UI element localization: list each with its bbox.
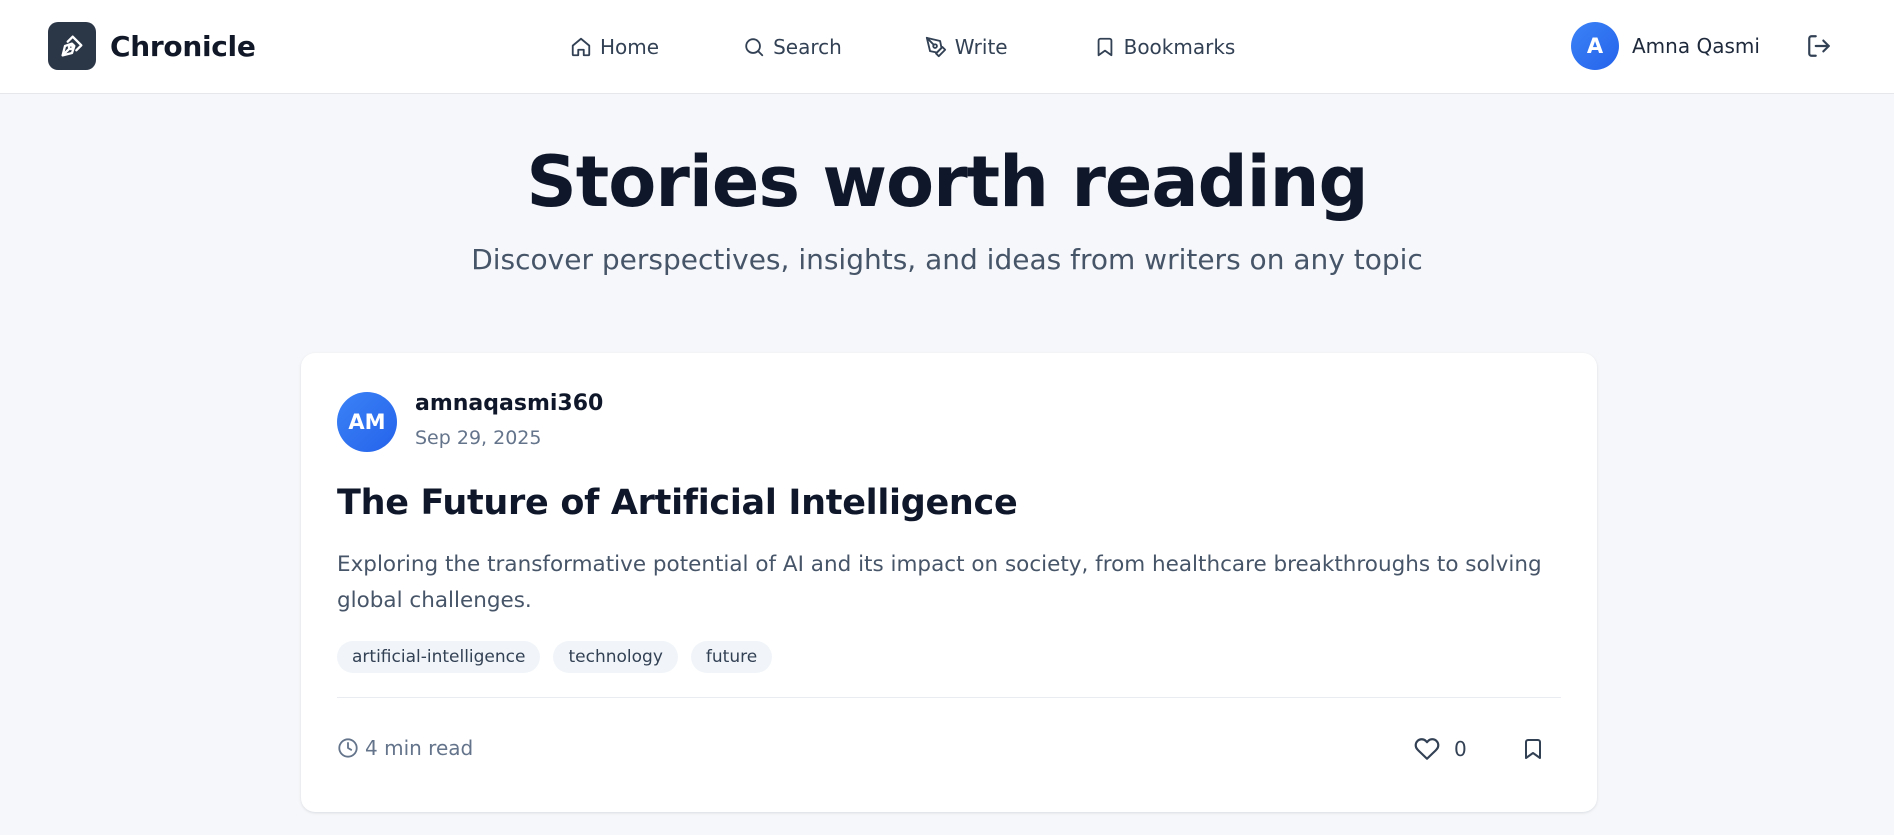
card-divider [337,697,1561,698]
clock-icon [338,738,358,758]
top-navigation-bar: Chronicle Home Search Write Bookmarks A … [0,0,1894,94]
pen-tool-icon [48,22,96,70]
author-avatar[interactable]: AM [337,392,397,452]
post-date: Sep 29, 2025 [415,427,542,449]
bookmark-icon [1525,739,1541,759]
pen-tool-icon [925,36,946,58]
author-username[interactable]: amnaqasmi360 [415,391,603,416]
nav-item-search[interactable]: Search [743,27,842,67]
user-name: Amna Qasmi [1632,34,1760,58]
bookmark-icon [1097,37,1112,57]
story-excerpt: Exploring the transformative potential o… [337,552,1542,613]
nav-item-label: Search [773,35,842,59]
home-icon [571,37,591,57]
brand-logo-link[interactable]: Chronicle [48,22,256,70]
nav-item-label: Home [600,35,660,59]
nav-item-home[interactable]: Home [570,27,659,67]
nav-item-label: Bookmarks [1123,35,1236,59]
tag-chip[interactable]: artificial-intelligence [337,641,541,673]
brand-name: Chronicle [110,29,256,63]
search-icon [745,38,764,57]
avatar: A [1571,22,1619,70]
read-time: 4 min read [337,736,473,760]
log-out-icon [1808,35,1830,57]
story-title[interactable]: The Future of Artificial Intelligence [337,483,1018,523]
nav-item-label: Write [954,35,1008,59]
like-count: 0 [1454,737,1467,761]
logout-button[interactable] [1806,33,1832,59]
page-title: Stories worth reading [526,141,1368,223]
page-subtitle: Discover perspectives, insights, and ide… [471,243,1423,276]
nav-item-write[interactable]: Write [925,27,1008,67]
nav-item-bookmarks[interactable]: Bookmarks [1094,27,1236,67]
tag-chip[interactable]: technology [553,641,678,673]
story-card[interactable]: AM amnaqasmi360 Sep 29, 2025 The Future … [301,353,1597,812]
read-time-label: 4 min read [365,736,474,760]
tag-chip[interactable]: future [690,641,773,673]
heart-icon [1414,738,1440,760]
user-profile-menu[interactable]: A Amna Qasmi [1571,22,1760,70]
main-nav: Home Search Write Bookmarks [570,0,1235,94]
bookmark-button[interactable] [1518,734,1548,764]
tag-list: artificial-intelligence technology futur… [337,641,773,673]
like-button[interactable]: 0 [1414,734,1467,764]
